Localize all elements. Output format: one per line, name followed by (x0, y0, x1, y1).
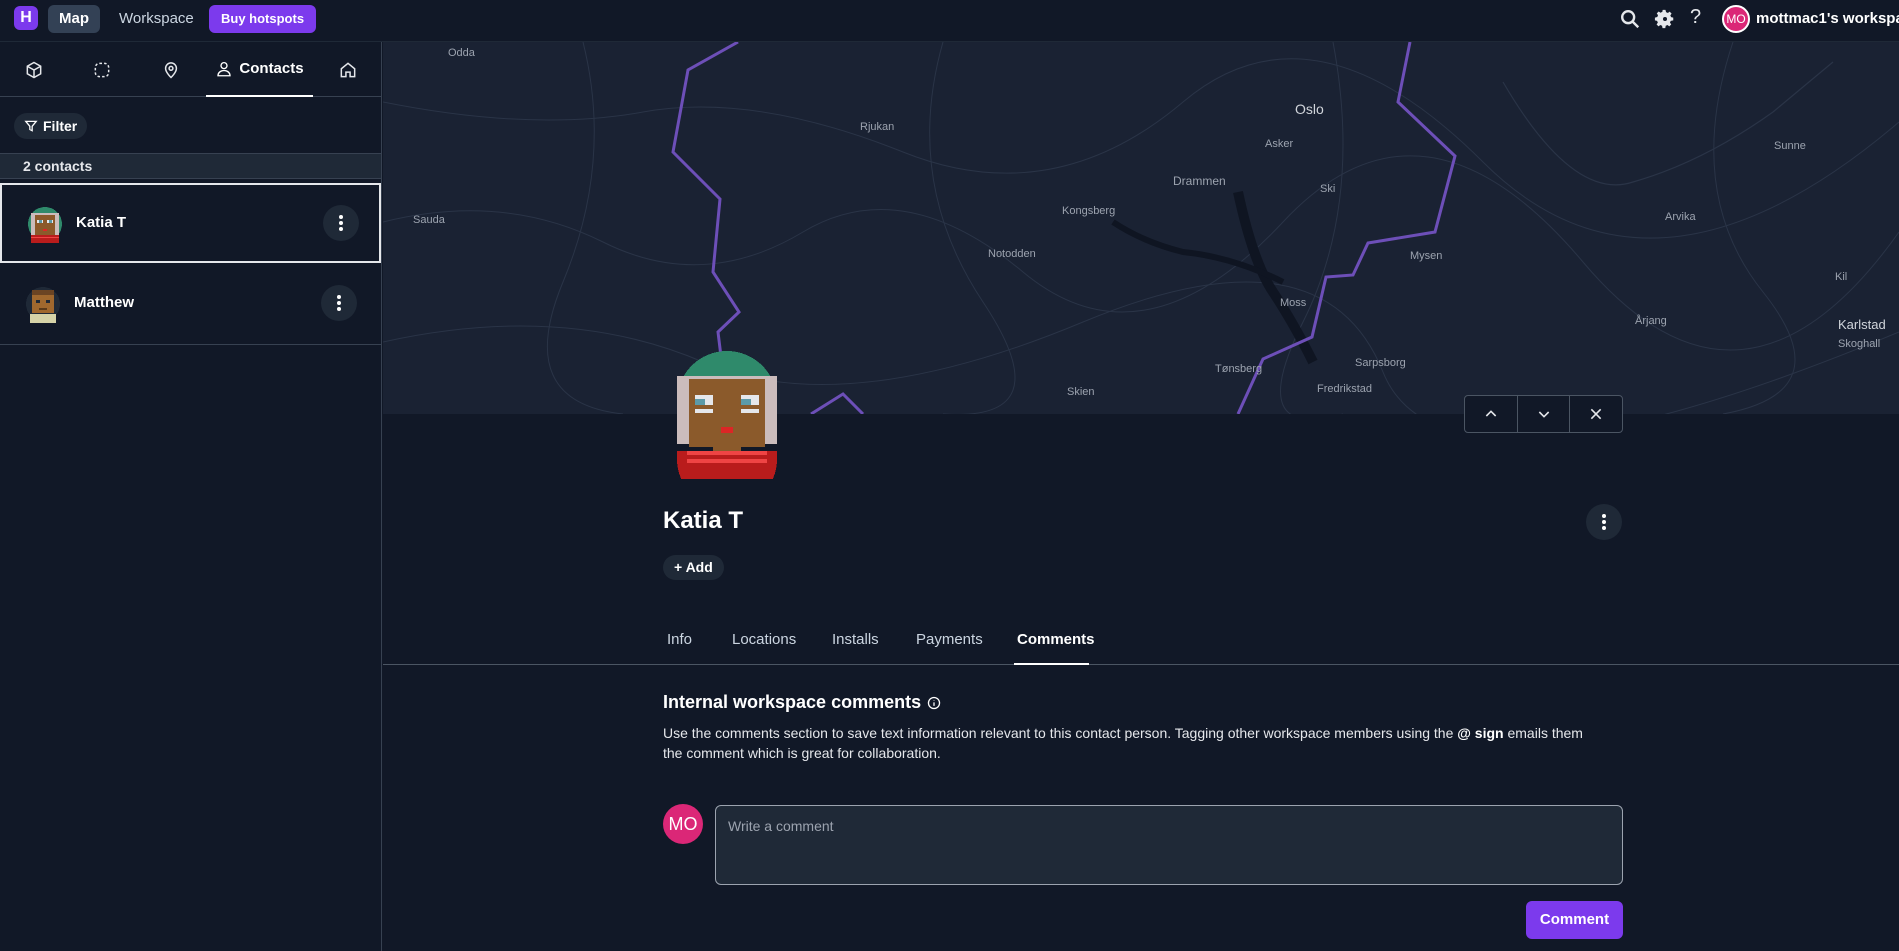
map-label: Oslo (1295, 101, 1324, 117)
contact-name: Matthew (74, 294, 134, 311)
filter-label: Filter (43, 118, 78, 134)
map-label: Odda (448, 47, 475, 59)
chevron-up-icon (1485, 410, 1497, 417)
person-icon (217, 61, 232, 76)
home-icon (340, 61, 356, 77)
comments-heading: Internal workspace comments (663, 692, 941, 713)
top-bar: H Map Workspace Buy hotspots ? MO mottma… (0, 0, 1899, 42)
contact-avatar (26, 287, 60, 323)
more-vertical-icon (339, 215, 343, 231)
map-label: Sunne (1774, 140, 1806, 152)
map-label: Tønsberg (1215, 363, 1263, 375)
nav-workspace-button[interactable]: Workspace (108, 5, 205, 33)
tab-locations[interactable]: Locations (732, 622, 796, 665)
comment-input[interactable] (715, 805, 1623, 885)
profile-tabs: Info Locations Installs Payments Comment… (383, 622, 1899, 665)
tab-areas[interactable] (82, 42, 122, 97)
tab-contacts[interactable]: Contacts (206, 42, 313, 97)
add-label: Add (685, 559, 713, 575)
comments-description: Use the comments section to save text in… (663, 723, 1593, 763)
map-label: Rjukan (860, 121, 895, 133)
add-button[interactable]: + Add (663, 555, 724, 580)
tab-info[interactable]: Info (667, 622, 692, 665)
map-label: Sauda (413, 214, 445, 226)
map-label: Asker (1265, 138, 1294, 150)
plus-icon: + (674, 559, 683, 575)
tab-installs[interactable]: Installs (832, 622, 879, 665)
map-label: Kongsberg (1062, 205, 1116, 217)
map-label: Moss (1280, 297, 1307, 309)
comments-description-bold: @ sign (1457, 725, 1504, 741)
more-vertical-icon (1602, 514, 1606, 530)
more-vertical-icon (337, 295, 341, 311)
map-label: Mysen (1410, 250, 1443, 262)
workspace-name[interactable]: mottmac1's workspace (1756, 10, 1899, 27)
tab-comments[interactable]: Comments (1014, 622, 1095, 665)
next-button[interactable] (1518, 396, 1571, 432)
profile-name: Katia T (663, 507, 744, 534)
sidebar: Contacts Filter 2 contacts Katia T Matth… (0, 42, 382, 951)
buy-hotspots-button[interactable]: Buy hotspots (209, 5, 317, 33)
map-background (383, 42, 1899, 414)
contact-name: Katia T (76, 214, 127, 231)
map-label: Fredrikstad (1317, 383, 1373, 395)
filter-button[interactable]: Filter (14, 113, 88, 139)
chevron-down-icon (1538, 411, 1549, 418)
dashed-square-icon (94, 62, 110, 77)
contact-more-button[interactable] (323, 205, 359, 241)
contacts-count: 2 contacts (0, 153, 381, 179)
app-logo[interactable]: H (14, 6, 38, 30)
map-label: Notodden (988, 248, 1036, 260)
gear-icon[interactable] (1654, 8, 1676, 30)
map-pin-icon (164, 61, 178, 79)
navigation-controls (1464, 395, 1623, 433)
user-avatar[interactable]: MO (1722, 5, 1750, 33)
nav-map-button[interactable]: Map (48, 5, 100, 33)
help-icon[interactable]: ? (1690, 6, 1701, 29)
tab-locations[interactable] (151, 42, 191, 97)
profile-avatar (677, 351, 777, 479)
comment-author-avatar: MO (663, 804, 703, 844)
map-view[interactable]: Odda Rjukan Oslo Asker Drammen Ski Sauda… (383, 42, 1899, 414)
close-icon (1590, 408, 1602, 420)
contact-avatar (28, 207, 62, 243)
contact-list-item[interactable]: Matthew (0, 265, 381, 345)
map-label: Kil (1835, 271, 1848, 283)
tab-home[interactable] (328, 42, 368, 97)
comment-submit-button[interactable]: Comment (1526, 901, 1623, 939)
tab-contacts-label: Contacts (239, 60, 304, 77)
sidebar-tabs: Contacts (0, 42, 381, 97)
map-label: Skoghall (1838, 338, 1881, 350)
search-icon[interactable] (1619, 8, 1641, 30)
comments-description-text: Use the comments section to save text in… (663, 725, 1458, 741)
previous-button[interactable] (1465, 396, 1518, 432)
tab-payments[interactable]: Payments (916, 622, 983, 665)
map-label: Arvika (1665, 211, 1696, 223)
close-button[interactable] (1570, 396, 1622, 432)
map-label: Sarpsborg (1355, 357, 1406, 369)
map-label: Karlstad (1838, 317, 1886, 332)
filter-icon (24, 120, 38, 132)
cube-icon (26, 61, 42, 78)
map-label: Skien (1067, 386, 1095, 398)
main-panel: Odda Rjukan Oslo Asker Drammen Ski Sauda… (383, 42, 1899, 951)
map-label: Årjang (1635, 315, 1667, 327)
tab-devices[interactable] (14, 42, 54, 97)
comments-title: Internal workspace comments (663, 692, 922, 712)
info-icon[interactable] (927, 696, 941, 710)
contact-more-button[interactable] (321, 285, 357, 321)
map-label: Drammen (1173, 174, 1226, 188)
contact-list-item[interactable]: Katia T (0, 183, 381, 263)
profile-more-button[interactable] (1586, 504, 1622, 540)
map-label: Ski (1320, 183, 1336, 195)
